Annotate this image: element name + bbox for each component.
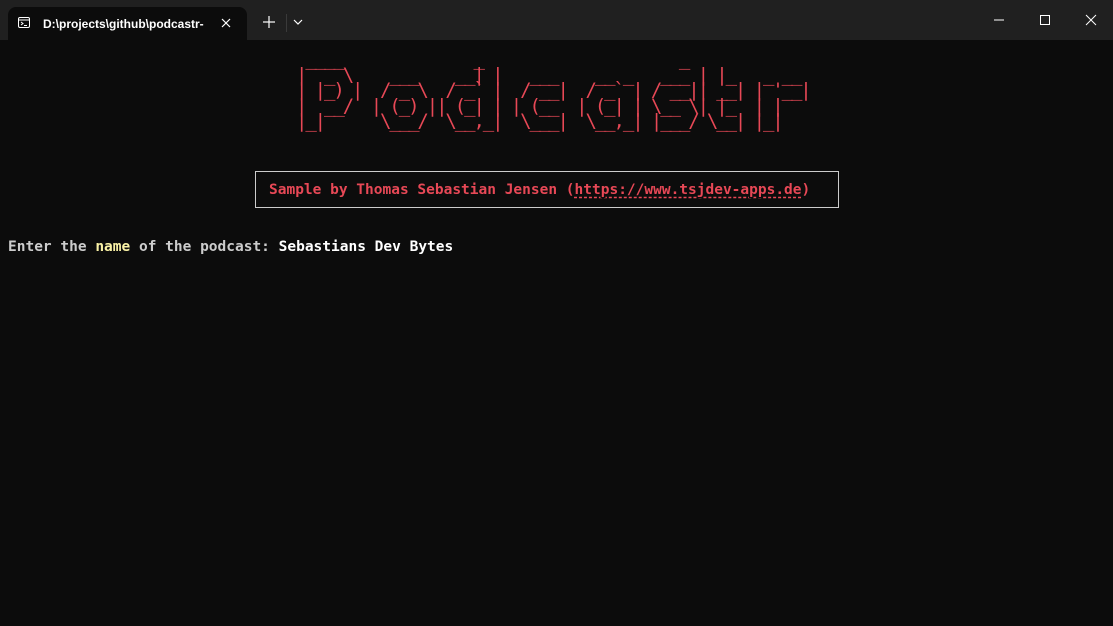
ascii-banner: ____ _ _ | _ \ ___ __| | ___ __ _ ___ | … [296, 50, 812, 132]
minimize-button[interactable] [975, 0, 1021, 40]
sample-credit-text: Sample by Thomas Sebastian Jensen (https… [269, 181, 810, 199]
close-window-button[interactable] [1067, 0, 1113, 40]
prompt-highlight: name [95, 239, 131, 255]
terminal-window: D:\projects\github\podcastr- ____ _ _ | … [0, 0, 1113, 626]
prompt-text-before: Enter the [8, 239, 96, 255]
sample-credit-box: Sample by Thomas Sebastian Jensen (https… [255, 171, 839, 208]
close-icon [1085, 14, 1097, 26]
maximize-icon [1040, 15, 1050, 25]
tab-active[interactable]: D:\projects\github\podcastr- [8, 7, 247, 40]
tab-divider [286, 14, 287, 32]
minimize-icon [994, 19, 1004, 21]
terminal-output[interactable]: ____ _ _ | _ \ ___ __| | ___ __ _ ___ | … [0, 40, 1113, 626]
prompt-line: Enter the name of the podcast: Sebastian… [8, 238, 453, 256]
chevron-down-icon[interactable] [291, 15, 305, 29]
plus-icon[interactable] [260, 13, 278, 31]
prompt-text-after: of the podcast: [130, 239, 279, 255]
tab-title: D:\projects\github\podcastr- [43, 17, 204, 31]
title-bar: D:\projects\github\podcastr- [0, 0, 1113, 40]
close-icon[interactable] [219, 16, 233, 30]
podcast-name-input[interactable]: Sebastians Dev Bytes [279, 239, 454, 255]
maximize-button[interactable] [1021, 0, 1067, 40]
sample-prefix: Sample by Thomas Sebastian Jensen ( [269, 182, 575, 198]
sample-suffix: ) [801, 182, 811, 198]
sample-link[interactable]: https://www.tsjdev-apps.de [575, 182, 802, 198]
ascii-banner-line: |_| \___/ \__,_| \___| \__,_| |___/ \__|… [296, 110, 810, 132]
terminal-icon [18, 17, 30, 28]
